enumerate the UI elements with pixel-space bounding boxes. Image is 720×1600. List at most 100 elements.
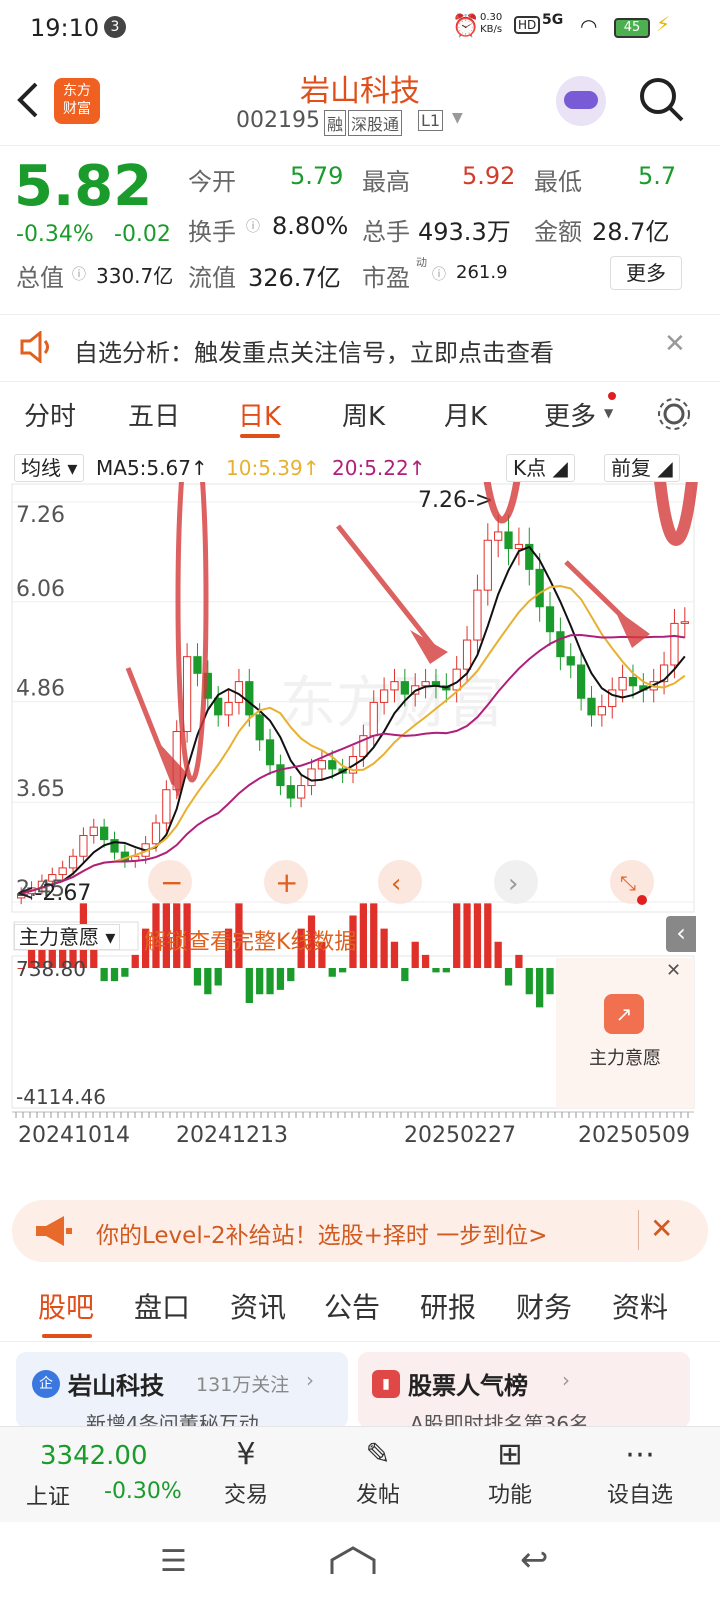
open-label: 今开 xyxy=(188,168,236,196)
intent-bar xyxy=(380,928,388,968)
low-label: 最低 xyxy=(534,168,582,196)
tab-five-day[interactable]: 五日 xyxy=(128,396,180,433)
home-icon[interactable] xyxy=(328,1546,378,1578)
functions-button[interactable]: ⊞ 功能 xyxy=(460,1437,560,1509)
subchart-mode-select[interactable]: 主力意愿 ▾ xyxy=(14,924,121,950)
stock-forum-card[interactable]: 企 岩山科技 131万关注 › 新增4条问董秘互动 xyxy=(16,1352,348,1428)
kpoint-button[interactable]: K点 ◢ xyxy=(506,454,575,482)
tab-announcements[interactable]: 公告 xyxy=(324,1286,380,1326)
candle-body xyxy=(379,689,389,703)
mcap-value: 330.7亿 xyxy=(96,264,174,288)
close-icon[interactable]: ✕ xyxy=(664,329,686,359)
intent-bar xyxy=(131,954,139,968)
svg-text:‹: ‹ xyxy=(391,869,401,899)
post-button[interactable]: ✎ 发帖 xyxy=(328,1437,428,1509)
info-icon[interactable]: ⓘ xyxy=(432,264,446,284)
intent-bar xyxy=(245,968,253,1003)
grid-icon: ⊞ xyxy=(497,1437,523,1472)
back-nav-icon[interactable]: ↩ xyxy=(520,1540,549,1580)
chart-lock-icon: ↗ xyxy=(604,994,644,1034)
tab-orderbook[interactable]: 盘口 xyxy=(134,1286,190,1326)
clock: 19:10 xyxy=(30,14,100,42)
kline-chart-area: 均线 ▾ MA5:5.67↑ 10:5.39↑ 20:5.22↑ K点 ◢ 前复… xyxy=(0,452,720,1192)
robot-avatar-icon[interactable] xyxy=(556,76,606,126)
status-bar: 19:10 3 ⏰ 0.30 KB/s HD 5G ◠ 45 ⚡ xyxy=(0,0,720,56)
turnover-value: 8.80% xyxy=(272,212,349,240)
y-tick-label: 6.06 xyxy=(16,577,65,602)
ma-mode-select[interactable]: 均线 ▾ xyxy=(14,454,85,482)
alarm-icon: ⏰ xyxy=(452,14,480,39)
date-label-3: 20250227 xyxy=(404,1123,516,1148)
add-watchlist-button[interactable]: ⋯ 设自选 xyxy=(590,1437,690,1509)
tab-more[interactable]: 更多 xyxy=(544,396,596,433)
ma5-label: MA5:5.67↑ xyxy=(96,456,208,480)
candle-body xyxy=(628,676,638,687)
main-intent-card[interactable]: ✕ ↗ 主力意愿 xyxy=(556,958,694,1108)
volume-value: 493.3万 xyxy=(418,218,511,246)
candle-body xyxy=(79,834,88,857)
intent-bar xyxy=(121,968,129,977)
search-icon[interactable] xyxy=(638,76,686,124)
content-tabs: 股吧 盘口 资讯 公告 研报 财务 资料 xyxy=(0,1276,720,1342)
charging-icon: ⚡ xyxy=(656,12,671,36)
zoom-out-button[interactable]: − xyxy=(148,860,192,904)
float-value: 326.7亿 xyxy=(248,264,341,292)
dropdown-icon[interactable]: ▼ xyxy=(452,110,463,126)
unlock-kline-link[interactable]: 解锁查看完整K线数据 xyxy=(144,924,356,956)
scroll-right-button[interactable]: › xyxy=(494,860,538,904)
zoom-in-button[interactable]: + xyxy=(264,860,308,904)
battery-icon: 45 xyxy=(614,18,650,38)
wifi-icon: ◠ xyxy=(580,14,598,38)
menu-icon[interactable]: ☰ xyxy=(160,1544,187,1579)
intent-bar xyxy=(463,903,471,968)
intent-bar xyxy=(359,903,367,968)
candle-body xyxy=(151,822,161,845)
settings-gear-icon[interactable] xyxy=(656,396,692,432)
info-icon[interactable]: ⓘ xyxy=(246,216,260,236)
scroll-left-button[interactable]: ‹ xyxy=(378,860,422,904)
candle-body xyxy=(224,701,233,716)
signal-icon: 5G xyxy=(542,12,564,28)
intent-bar xyxy=(515,954,523,968)
svg-text:+: + xyxy=(275,866,298,899)
tab-monthly-k[interactable]: 月K xyxy=(444,396,487,433)
tab-weekly-k[interactable]: 周K xyxy=(342,396,385,433)
tab-financials[interactable]: 财务 xyxy=(516,1286,572,1326)
level2-promo-banner[interactable]: 你的Level-2补给站！选股+择时 一步到位> ✕ xyxy=(12,1200,708,1262)
subchart-max: 738.80 xyxy=(16,957,86,981)
fullscreen-button[interactable]: ⤡ xyxy=(610,860,654,905)
stock-name: 岩山科技 xyxy=(300,74,420,109)
candle-body xyxy=(89,826,98,836)
candle-body xyxy=(286,785,295,799)
tab-forum[interactable]: 股吧 xyxy=(38,1286,94,1326)
ma10-label: 10:5.39↑ xyxy=(226,456,320,480)
close-icon[interactable]: ✕ xyxy=(666,960,681,981)
info-icon[interactable]: ⓘ xyxy=(72,264,86,284)
candle-body xyxy=(297,785,306,799)
tab-daily-k[interactable]: 日K xyxy=(238,396,281,433)
popularity-card[interactable]: ▮ 股票人气榜 › A股即时排名第36名 xyxy=(358,1352,690,1428)
close-icon[interactable]: ✕ xyxy=(650,1212,673,1245)
collapse-panel-button[interactable]: ‹ xyxy=(666,916,696,952)
yen-icon: ¥ xyxy=(236,1437,256,1472)
net-speed: 0.30 KB/s xyxy=(480,12,503,35)
card-title: 岩山科技 xyxy=(68,1372,164,1400)
more-button[interactable]: 更多 xyxy=(610,256,682,290)
intent-bar xyxy=(401,968,409,982)
analysis-notice[interactable]: 自选分析：触发重点关注信号，立即点击查看 ✕ xyxy=(0,314,720,382)
trade-button[interactable]: ¥ 交易 xyxy=(196,1437,296,1509)
index-value[interactable]: 3342.00 xyxy=(40,1441,148,1471)
index-change: -0.30% xyxy=(104,1479,182,1504)
subchart-min: -4114.46 xyxy=(16,1085,106,1109)
mcap-label: 总值 xyxy=(16,264,64,292)
notice-text: 自选分析：触发重点关注信号，立即点击查看 xyxy=(74,339,554,367)
tab-profile[interactable]: 资料 xyxy=(612,1286,668,1326)
intent-bar xyxy=(484,903,492,968)
period-tabs: 分时 五日 日K 周K 月K 更多 ▼ xyxy=(0,384,720,448)
adjust-select[interactable]: 前复 ◢ xyxy=(604,454,680,482)
candle-body xyxy=(535,568,544,608)
tab-news[interactable]: 资讯 xyxy=(230,1286,286,1326)
tab-intraday[interactable]: 分时 xyxy=(24,396,76,433)
speaker-icon xyxy=(20,331,49,363)
tab-research[interactable]: 研报 xyxy=(420,1286,476,1326)
